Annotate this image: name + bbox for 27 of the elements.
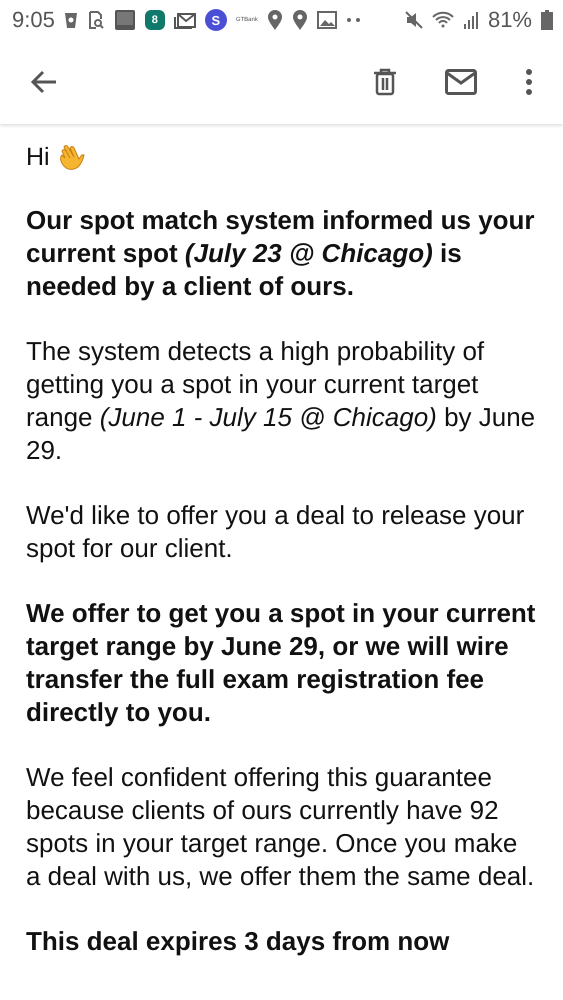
wifi-icon <box>432 11 454 29</box>
email-paragraph: Our spot match system informed us your current spot (July 23 @ Chicago) is needed by a client of ours. <box>26 204 536 303</box>
greeting: Hi <box>26 142 50 172</box>
more-icon[interactable] <box>525 69 533 95</box>
status-time: 9:05 <box>12 7 55 33</box>
app-icon: S <box>204 9 227 31</box>
signal-icon <box>462 11 479 29</box>
mail-icon[interactable] <box>445 69 477 95</box>
mail-stack-icon <box>174 11 196 29</box>
calendar-icon: 8 <box>144 10 165 30</box>
email-paragraph: We'd like to offer you a deal to release your spot for our client. <box>26 499 526 565</box>
image-icon <box>316 11 337 29</box>
location-icon <box>292 10 308 30</box>
delete-icon[interactable] <box>373 68 397 96</box>
battery-icon <box>541 10 553 30</box>
back-icon[interactable] <box>30 70 58 94</box>
search-page-icon <box>86 11 105 29</box>
book-icon <box>114 9 136 31</box>
dots-icon <box>346 17 362 23</box>
email-paragraph: This deal expires 3 days from now <box>26 925 450 958</box>
mute-icon <box>404 11 423 29</box>
email-paragraph: We offer to get you a spot in your current target range by June 29, or we will wire transfer the full exam registration fee directly to you. <box>26 597 536 729</box>
battery-percent: 81% <box>488 7 532 33</box>
email-paragraph: The system detects a high probability of getting you a spot in your current target range (June 1 - July 15 @ Chicago) by June 29. <box>26 335 536 467</box>
email-paragraph: We feel confident offering this guarantee because clients of ours currently have 92 spots in your target range. Once you make a deal with us, we offer them the same deal. <box>26 761 536 893</box>
location-icon <box>266 10 283 30</box>
cup-icon <box>64 11 78 29</box>
